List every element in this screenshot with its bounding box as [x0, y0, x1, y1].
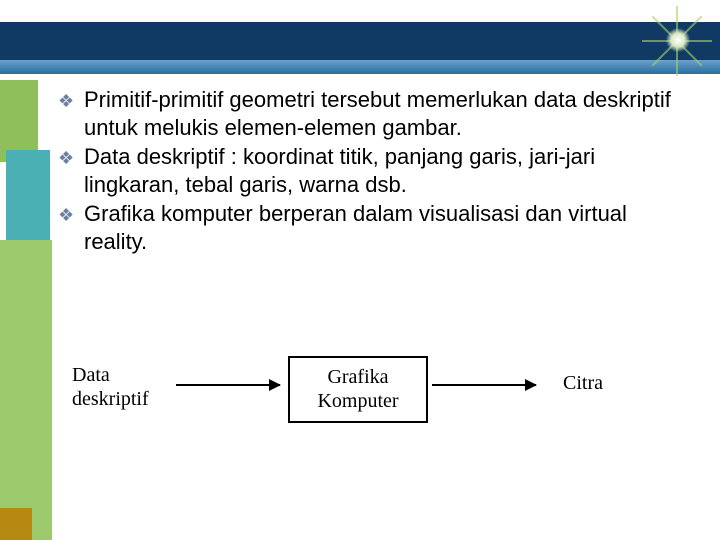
- content-area: ❖ Primitif-primitif geometri tersebut me…: [58, 86, 690, 257]
- bullet-list: ❖ Primitif-primitif geometri tersebut me…: [58, 86, 690, 255]
- bullet-item: ❖ Grafika komputer berperan dalam visual…: [58, 200, 690, 255]
- deco-block-green-bottom: [0, 240, 52, 540]
- arrow-icon: [176, 384, 280, 386]
- diamond-bullet-icon: ❖: [58, 206, 76, 224]
- diamond-bullet-icon: ❖: [58, 149, 76, 167]
- bullet-item: ❖ Primitif-primitif geometri tersebut me…: [58, 86, 690, 141]
- arrow-icon: [432, 384, 536, 386]
- header-light-bar: [0, 60, 720, 74]
- bullet-item: ❖ Data deskriptif : koordinat titik, pan…: [58, 143, 690, 198]
- diagram-node-label: Citra: [563, 372, 603, 394]
- diagram-node-label: Data deskriptif: [72, 364, 149, 410]
- diagram-node-label: Grafika Komputer: [317, 366, 398, 412]
- bullet-text: Data deskriptif : koordinat titik, panja…: [84, 144, 595, 197]
- deco-block-gold: [0, 508, 32, 540]
- diamond-bullet-icon: ❖: [58, 92, 76, 110]
- bullet-text: Grafika komputer berperan dalam visualis…: [84, 201, 627, 254]
- diagram-node-grafika: Grafika Komputer: [288, 356, 428, 423]
- flow-diagram: Data deskriptif Grafika Komputer Citra: [72, 332, 632, 452]
- diagram-node-data: Data deskriptif: [72, 364, 176, 411]
- diagram-node-citra: Citra: [548, 372, 618, 396]
- bullet-text: Primitif-primitif geometri tersebut meme…: [84, 87, 671, 140]
